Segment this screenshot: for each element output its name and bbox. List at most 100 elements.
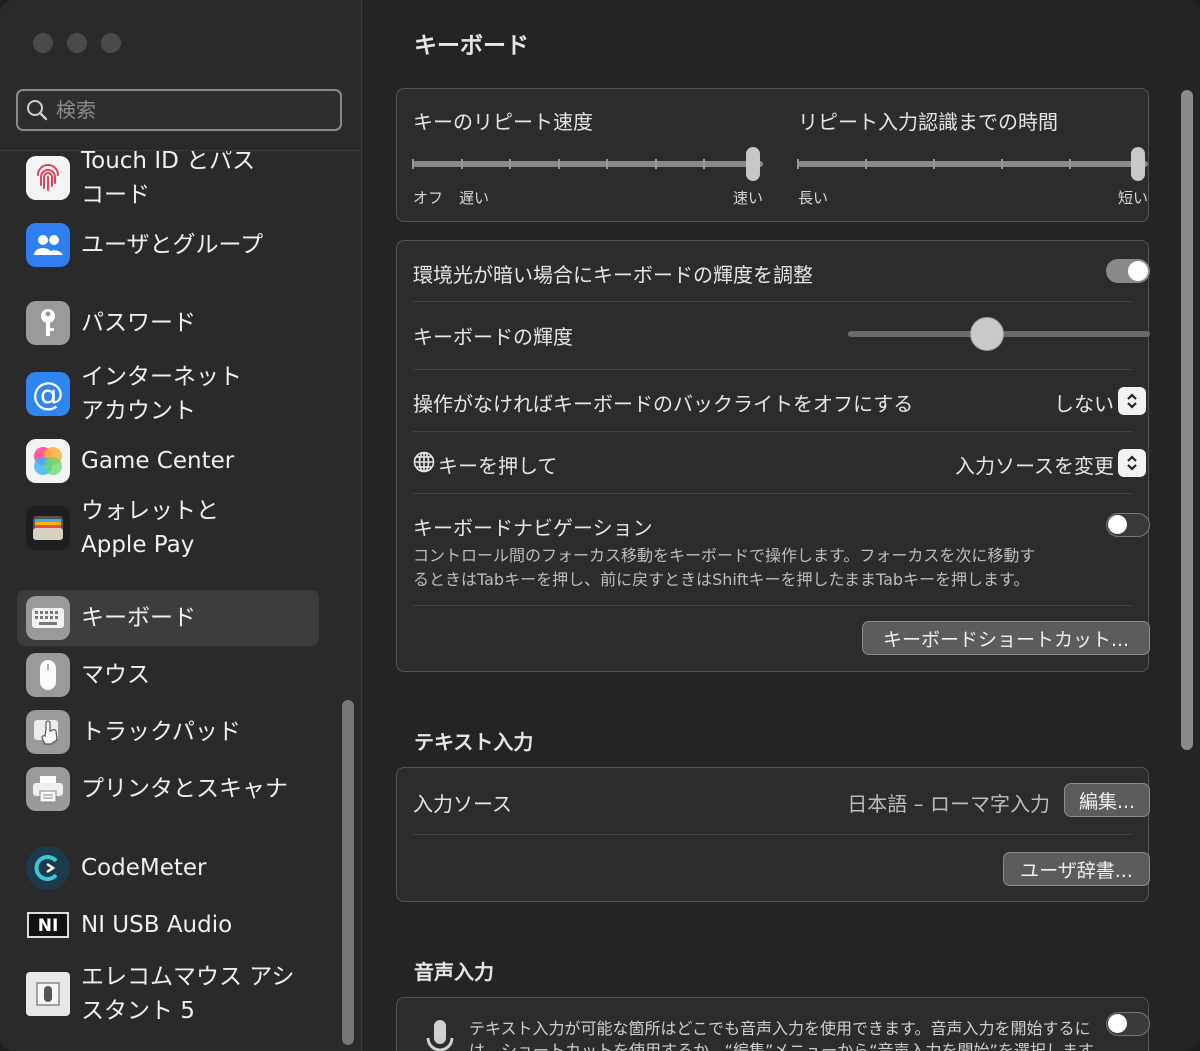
- sidebar-item-label: トラックパッド: [81, 719, 241, 745]
- page-title: キーボード: [414, 33, 529, 59]
- globe-icon: [413, 451, 437, 475]
- key-repeat-fast-label: 速い: [733, 189, 764, 207]
- input-source-value: 日本語 – ローマ字入力: [847, 792, 1050, 816]
- wallet-icon: [26, 506, 70, 550]
- at-sign-icon: @: [26, 372, 70, 416]
- sidebar-scrollbar[interactable]: [342, 700, 354, 1045]
- elecom-icon: [26, 972, 70, 1016]
- sidebar-list: Touch ID とパス コード ユーザとグループ パスワード @ インターネッ…: [0, 151, 340, 1051]
- slider-tick: [1069, 159, 1071, 169]
- key-repeat-slow-label: 遅い: [459, 189, 490, 207]
- repeat-delay-long-label: 長い: [798, 189, 829, 207]
- backlight-off-value[interactable]: しない: [1054, 388, 1114, 417]
- game-center-icon: [26, 439, 70, 483]
- svg-text:NI: NI: [38, 916, 59, 936]
- users-icon: [26, 223, 70, 267]
- row-divider: [413, 493, 1132, 494]
- sidebar-item-label: キーボード: [81, 605, 196, 631]
- toggle-knob: [1128, 261, 1148, 281]
- dictation-toggle[interactable]: [1106, 1012, 1150, 1036]
- sidebar-item-users[interactable]: ユーザとグループ: [17, 221, 319, 269]
- globe-key-stepper[interactable]: [1118, 449, 1146, 477]
- keyboard-navigation-desc: るときはTabキーを押し、前に戻すときはShiftキーを押したままTabキーを押…: [413, 570, 1030, 589]
- keyboard-icon: [26, 596, 70, 640]
- input-source-label: 入力ソース: [413, 792, 512, 816]
- sidebar: Touch ID とパス コード ユーザとグループ パスワード @: [0, 0, 362, 1051]
- toggle-knob: [1108, 515, 1127, 534]
- sidebar-item-mouse[interactable]: マウス: [17, 651, 319, 699]
- sidebar-item-game-center[interactable]: Game Center: [17, 437, 319, 485]
- sidebar-item-printers[interactable]: プリンタとスキャナ: [17, 765, 319, 813]
- close-window-button[interactable]: [33, 33, 53, 53]
- dictation-desc: は、ショートカットを使用するか、“編集”メニューから“音声入力を開始”を選択しま…: [469, 1041, 1109, 1051]
- user-dictionary-button[interactable]: ユーザ辞書...: [1003, 852, 1150, 886]
- sidebar-item-label: ユーザとグループ: [81, 232, 264, 258]
- auto-brightness-label: 環境光が暗い場合にキーボードの輝度を調整: [413, 263, 813, 287]
- slider-tick: [509, 159, 512, 169]
- backlight-off-stepper[interactable]: [1118, 387, 1146, 415]
- search-field[interactable]: [16, 89, 342, 131]
- codemeter-icon: [26, 846, 70, 890]
- sidebar-item-elecom[interactable]: エレコムマウス アシ スタント 5: [17, 957, 319, 1031]
- keyboard-shortcuts-button[interactable]: キーボードショートカット...: [862, 621, 1150, 655]
- brightness-knob[interactable]: [969, 317, 1004, 351]
- sidebar-item-internet-accounts[interactable]: @ インターネット アカウント: [17, 357, 319, 431]
- key-repeat-track: [413, 161, 763, 167]
- sidebar-item-label: マウス: [81, 662, 150, 688]
- chevron-updown-icon: [1127, 393, 1137, 409]
- sidebar-item-codemeter[interactable]: CodeMeter: [17, 844, 319, 892]
- fingerprint-icon: [26, 156, 70, 200]
- sidebar-item-label: NI USB Audio: [81, 912, 233, 938]
- search-input[interactable]: [54, 97, 308, 123]
- repeat-card: キーのリピート速度 リピート入力認識までの時間 オフ 遅い 速い 長い 短い: [396, 88, 1149, 222]
- text-input-card: 入力ソース 日本語 – ローマ字入力 編集... ユーザ辞書...: [396, 767, 1150, 902]
- sidebar-item-passwords[interactable]: パスワード: [17, 299, 319, 347]
- settings-window: Touch ID とパス コード ユーザとグループ パスワード @: [0, 0, 1200, 1051]
- auto-brightness-toggle[interactable]: [1106, 259, 1150, 283]
- sidebar-item-label: Game Center: [81, 448, 235, 474]
- main-pane: キーボード キーのリピート速度 リピート入力認識までの時間 オフ 遅い 速い 長…: [362, 0, 1200, 1051]
- backlight-off-label: 操作がなければキーボードのバックライトをオフにする: [413, 392, 914, 416]
- keyboard-brightness-label: キーボードの輝度: [413, 325, 573, 349]
- slider-tick: [654, 159, 657, 169]
- mouse-icon: [26, 653, 70, 697]
- trackpad-icon: [26, 710, 70, 754]
- row-divider: [413, 834, 1132, 835]
- toggle-knob: [1108, 1014, 1127, 1033]
- slider-tick: [933, 159, 935, 169]
- sidebar-item-label: パスワード: [81, 310, 196, 336]
- key-repeat-knob[interactable]: [746, 147, 760, 181]
- keyboard-navigation-toggle[interactable]: [1106, 513, 1150, 537]
- zoom-window-button[interactable]: [101, 33, 121, 53]
- edit-input-sources-button[interactable]: 編集...: [1064, 783, 1150, 817]
- keyboard-navigation-desc: コントロール間のフォーカス移動をキーボードで操作します。フォーカスを次に移動す: [413, 546, 1036, 565]
- repeat-delay-track: [798, 161, 1148, 167]
- sidebar-item-ni-usb-audio[interactable]: NI NI USB Audio: [17, 901, 319, 949]
- globe-key-label: キーを押して: [438, 454, 558, 478]
- sidebar-item-keyboard[interactable]: キーボード: [17, 590, 319, 646]
- slider-tick: [797, 159, 799, 169]
- microphone-icon: [423, 1018, 457, 1051]
- main-scrollbar[interactable]: [1181, 90, 1193, 750]
- sidebar-item-label: ウォレットと Apple Pay: [81, 498, 219, 558]
- brightness-card: 環境光が暗い場合にキーボードの輝度を調整 キーボードの輝度 操作がなければキーボ…: [396, 240, 1150, 672]
- sidebar-item-touch-id[interactable]: Touch ID とパス コード: [17, 151, 319, 215]
- minimize-window-button[interactable]: [67, 33, 87, 53]
- sidebar-item-label: インターネット アカウント: [81, 364, 242, 424]
- sidebar-item-label: CodeMeter: [81, 855, 207, 881]
- row-divider: [413, 369, 1132, 370]
- slider-tick: [460, 159, 463, 169]
- slider-tick: [703, 159, 706, 169]
- repeat-delay-short-label: 短い: [1118, 189, 1149, 207]
- sidebar-item-wallet[interactable]: ウォレットと Apple Pay: [17, 491, 319, 565]
- chevron-updown-icon: [1127, 455, 1137, 471]
- key-repeat-label: キーのリピート速度: [413, 110, 593, 134]
- globe-key-value[interactable]: 入力ソースを変更: [955, 450, 1114, 479]
- sidebar-item-label: Touch ID とパス コード: [81, 151, 256, 208]
- dictation-card: テキスト入力が可能な箇所はどこでも音声入力を使用できます。音声入力を開始するに …: [396, 997, 1150, 1051]
- sidebar-item-trackpad[interactable]: トラックパッド: [17, 708, 319, 756]
- ni-icon: NI: [26, 903, 70, 947]
- sidebar-item-label: プリンタとスキャナ: [81, 776, 288, 802]
- repeat-delay-knob[interactable]: [1131, 147, 1145, 181]
- dictation-desc: テキスト入力が可能な箇所はどこでも音声入力を使用できます。音声入力を開始するに: [469, 1019, 1091, 1038]
